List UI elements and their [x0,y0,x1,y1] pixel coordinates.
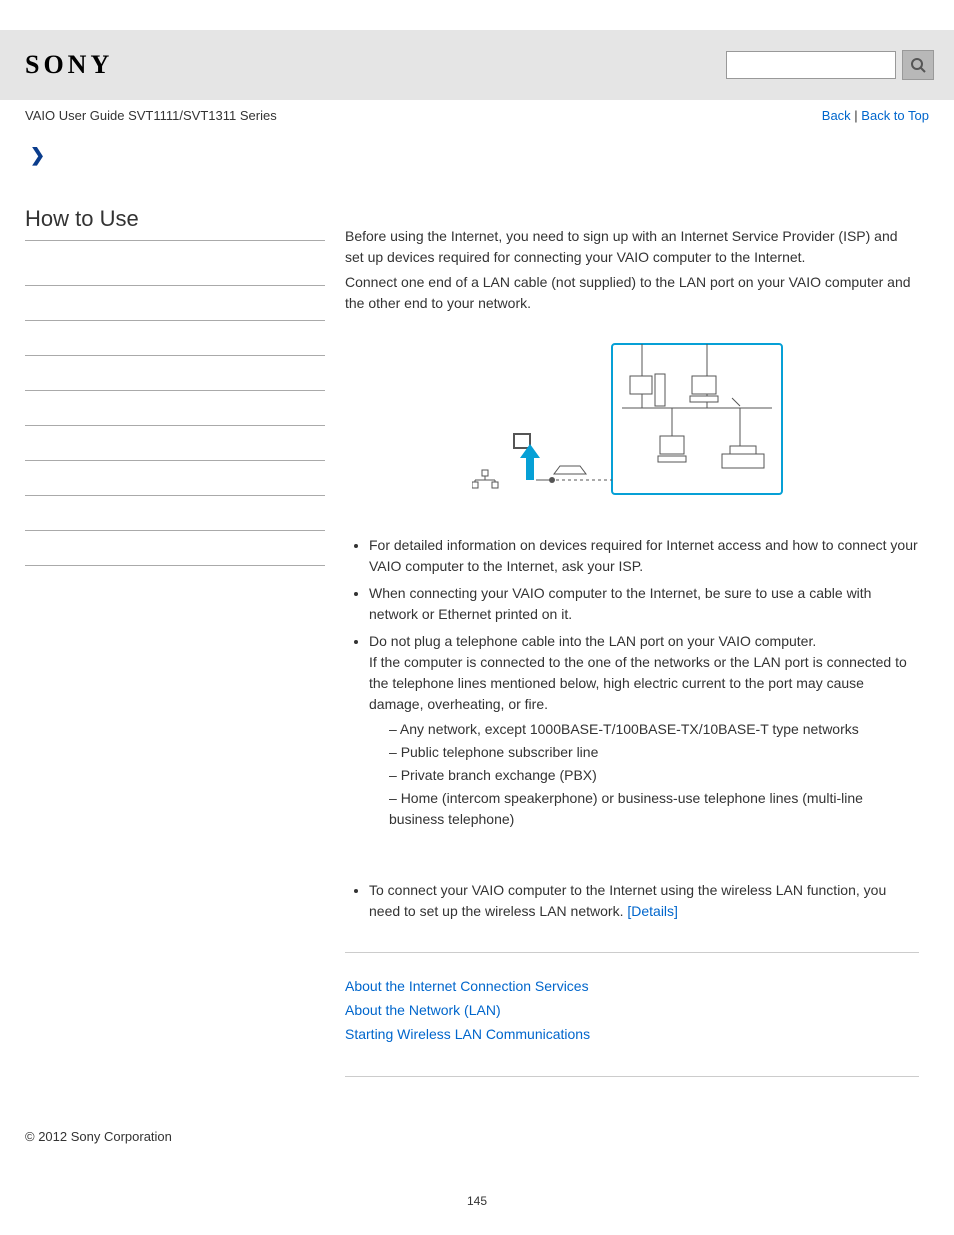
sidebar-item[interactable] [25,391,325,426]
sub-list-item: Public telephone subscriber line [389,742,919,763]
notes-list-2: To connect your VAIO computer to the Int… [345,880,919,922]
intro-paragraph-2: Connect one end of a LAN cable (not supp… [345,272,919,314]
copyright: © 2012 Sony Corporation [25,1129,929,1144]
sidebar-item[interactable] [25,461,325,496]
intro-paragraph-1: Before using the Internet, you need to s… [345,226,919,268]
sub-list-item: Private branch exchange (PBX) [389,765,919,786]
network-diagram [345,338,919,511]
list-item: When connecting your VAIO computer to th… [369,583,919,625]
guide-title: VAIO User Guide SVT1111/SVT1311 Series [25,108,277,123]
breadcrumb-row: ❯ [0,123,954,166]
nav-separator: | [851,108,862,123]
sidebar-item[interactable] [25,531,325,566]
main-content: Before using the Internet, you need to s… [325,166,929,1099]
list-item: For detailed information on devices requ… [369,535,919,577]
sidebar: How to Use [25,166,325,1099]
sub-list: Any network, except 1000BASE-T/100BASE-T… [369,719,919,830]
sub-header: VAIO User Guide SVT1111/SVT1311 Series B… [0,100,954,123]
top-nav-links: Back | Back to Top [822,108,929,123]
sub-list-item: Any network, except 1000BASE-T/100BASE-T… [389,719,919,740]
logo: SONY [25,50,113,80]
list-item: To connect your VAIO computer to the Int… [369,880,919,922]
divider [345,952,919,953]
list-item-text: If the computer is connected to the one … [369,654,907,712]
chevron-right-icon: ❯ [30,145,45,165]
sidebar-title: How to Use [25,206,325,241]
related-link[interactable]: Starting Wireless LAN Communications [345,1023,919,1047]
notes-list: For detailed information on devices requ… [345,535,919,830]
details-link[interactable]: [Details] [627,903,678,919]
related-link[interactable]: About the Internet Connection Services [345,975,919,999]
header-bar: SONY [0,30,954,100]
list-item: Do not plug a telephone cable into the L… [369,631,919,830]
sidebar-item[interactable] [25,496,325,531]
search-button[interactable] [902,50,934,80]
divider [345,1076,919,1077]
back-to-top-link[interactable]: Back to Top [861,108,929,123]
related-link[interactable]: About the Network (LAN) [345,999,919,1023]
sub-list-item: Home (intercom speakerphone) or business… [389,788,919,830]
back-link[interactable]: Back [822,108,851,123]
related-links: About the Internet Connection Services A… [345,975,919,1046]
search-icon [910,57,926,73]
sidebar-item[interactable] [25,356,325,391]
sidebar-item[interactable] [25,426,325,461]
page-number: 145 [0,1154,954,1228]
search-area [726,50,934,80]
sidebar-item[interactable] [25,286,325,321]
search-input[interactable] [726,51,896,79]
footer: © 2012 Sony Corporation [0,1099,954,1154]
sidebar-item[interactable] [25,251,325,286]
list-item-text: Do not plug a telephone cable into the L… [369,633,816,649]
sidebar-item[interactable] [25,321,325,356]
